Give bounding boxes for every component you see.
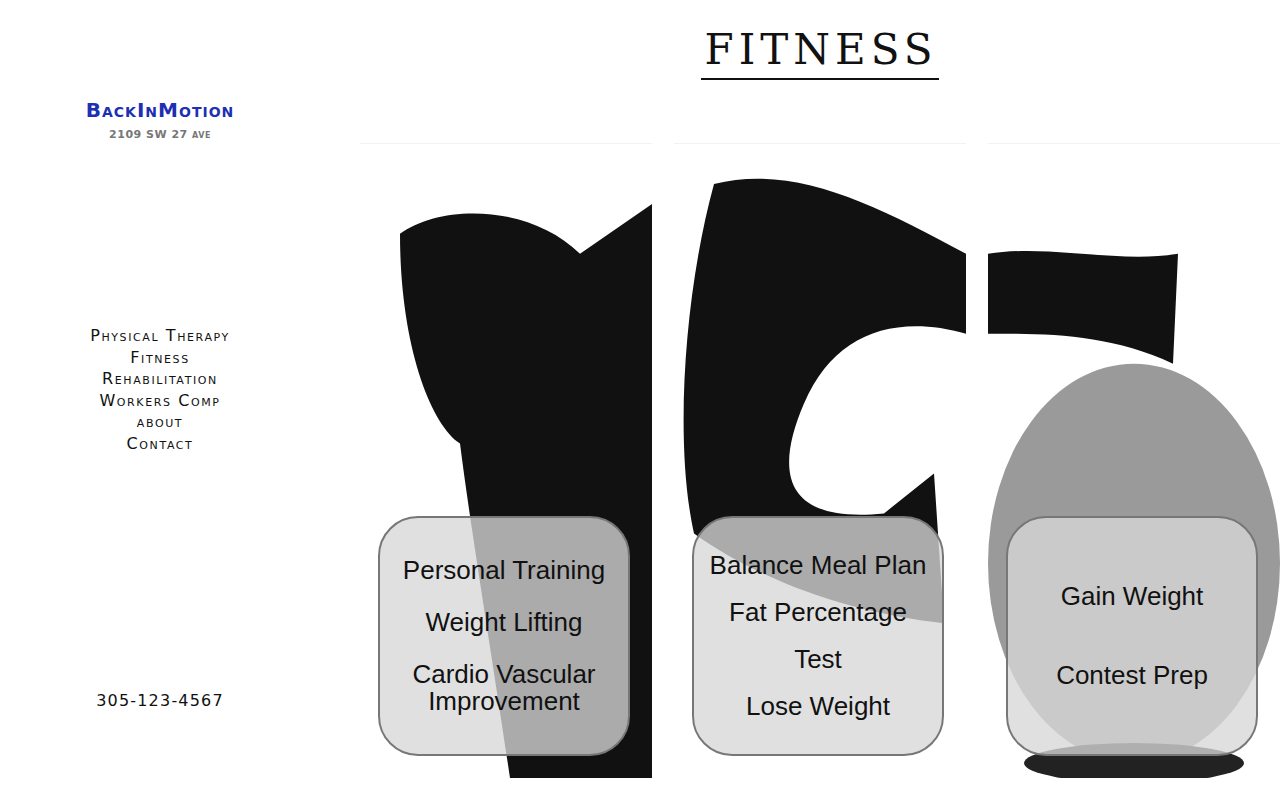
nav-item[interactable]: about [137, 411, 183, 433]
service-item[interactable]: Test [794, 646, 842, 673]
main-content: FITNESS Personal Training Weight Lifting Ca… [320, 0, 1280, 800]
logo[interactable]: BackInMotion [86, 98, 235, 122]
phone-number[interactable]: 305-123-4567 [96, 691, 224, 710]
nav-item[interactable]: Fitness [130, 347, 190, 369]
address: 2109 SW 27 ave [109, 128, 211, 141]
service-box: Balance Meal Plan Fat Percentage Test Lose … [692, 516, 944, 756]
service-panel: Balance Meal Plan Fat Percentage Test Lose … [674, 143, 966, 778]
page-heading: FITNESS [701, 24, 940, 80]
service-panel: Gain Weight Contest Prep [988, 143, 1280, 778]
service-item[interactable]: Cardio Vascular Improvement [388, 661, 620, 715]
service-panel: Personal Training Weight Lifting Cardio Va… [360, 143, 652, 778]
service-box: Personal Training Weight Lifting Cardio Va… [378, 516, 630, 756]
nav-item[interactable]: Contact [127, 433, 194, 455]
service-item[interactable]: Weight Lifting [425, 609, 582, 636]
nav-menu: Physical TherapyFitnessRehabilitationWor… [90, 325, 230, 455]
nav-item[interactable]: Workers Comp [99, 390, 220, 412]
service-box: Gain Weight Contest Prep [1006, 516, 1258, 756]
service-item[interactable]: Personal Training [403, 557, 605, 584]
panels: Personal Training Weight Lifting Cardio Va… [360, 143, 1280, 778]
sidebar: BackInMotion 2109 SW 27 ave Physical Thera… [0, 0, 320, 800]
service-item[interactable]: Gain Weight [1061, 583, 1204, 610]
header: FITNESS [360, 0, 1280, 143]
service-item[interactable]: Balance Meal Plan [710, 552, 927, 579]
service-item[interactable]: Fat Percentage [729, 599, 907, 626]
nav-item[interactable]: Rehabilitation [102, 368, 218, 390]
nav-item[interactable]: Physical Therapy [90, 325, 230, 347]
service-item[interactable]: Contest Prep [1056, 662, 1208, 689]
service-item[interactable]: Lose Weight [746, 693, 890, 720]
